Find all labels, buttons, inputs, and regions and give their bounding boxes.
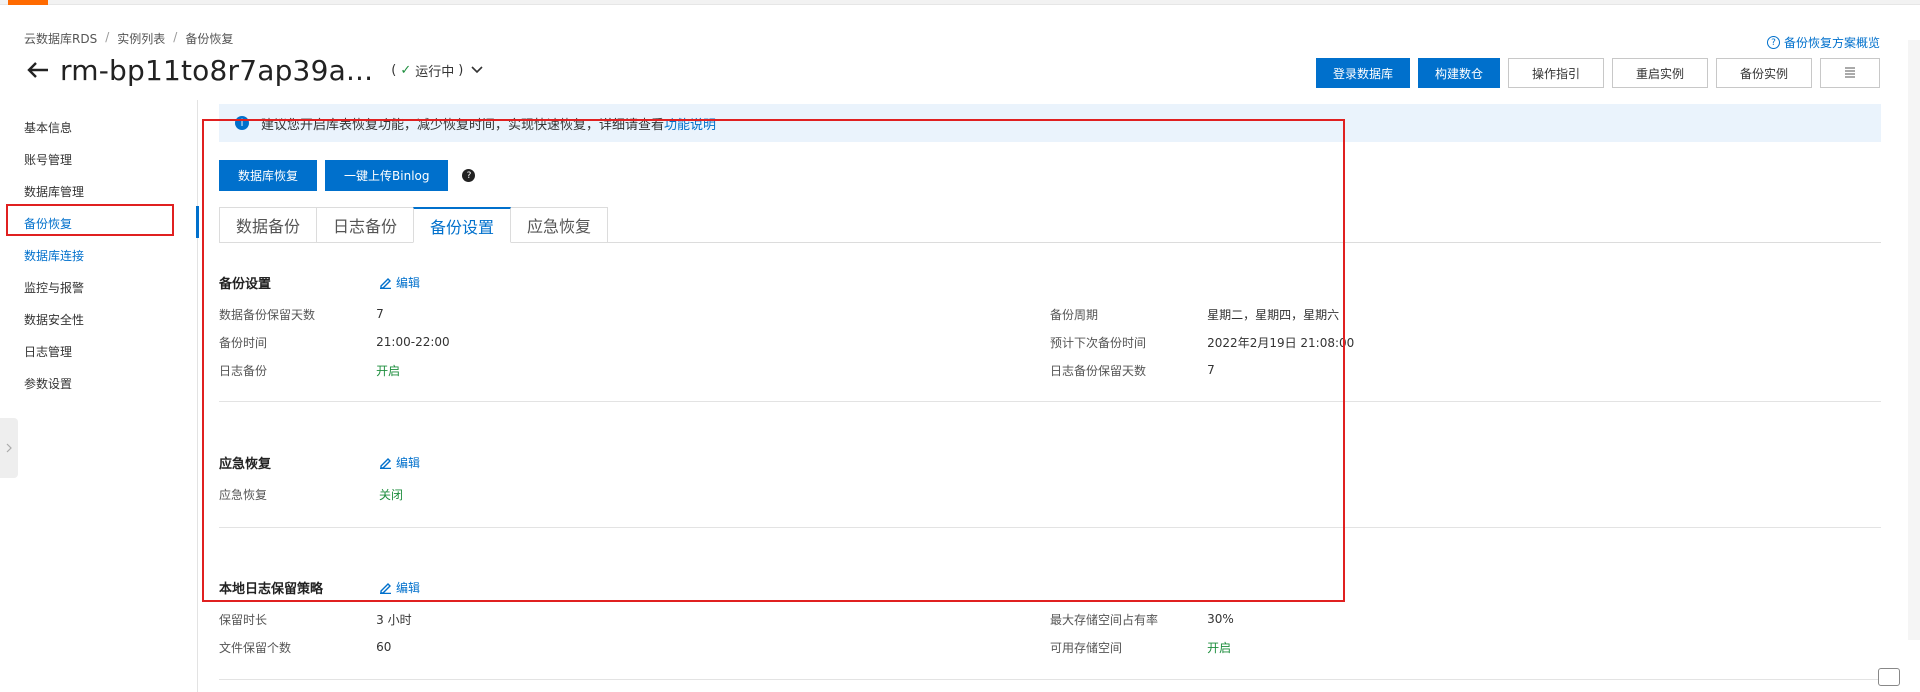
highlight-box-sidebar — [6, 204, 174, 236]
sidebar-active-indicator — [196, 206, 199, 238]
build-aggregate-button[interactable]: 构建数仓 — [1417, 58, 1500, 88]
sidebar-item-parameters[interactable]: 参数设置 — [0, 368, 198, 400]
breadcrumb-item-rds[interactable]: 云数据库RDS — [24, 30, 97, 47]
field-label: 可用存储空间 — [1050, 640, 1123, 655]
sidebar-item-basic-info[interactable]: 基本信息 — [0, 112, 198, 144]
chevron-right-icon — [6, 443, 12, 453]
field-value: 60 — [376, 640, 392, 654]
breadcrumb-item-instances[interactable]: 实例列表 — [117, 30, 165, 47]
login-database-button[interactable]: 登录数据库 — [1315, 58, 1410, 88]
status-value: 开启 — [1207, 640, 1232, 655]
breadcrumb-item-current: 备份恢复 — [185, 32, 234, 46]
breadcrumb-separator: / — [105, 30, 110, 44]
sidebar-item-accounts[interactable]: 账号管理 — [0, 144, 198, 176]
sidebar-item-security[interactable]: 数据安全性 — [0, 304, 198, 336]
backup-instance-button[interactable]: 备份实例 — [1716, 58, 1812, 88]
list-icon — [1845, 67, 1855, 78]
instance-name: rm-bp11to8r7ap39a... — [60, 53, 374, 87]
back-arrow-icon[interactable] — [24, 56, 52, 84]
breadcrumb-separator: / — [173, 30, 178, 44]
field-value: 30% — [1207, 612, 1234, 626]
check-icon: ✓ — [400, 62, 412, 78]
settings-row: 保留时长 3 小时 最大存储空间占有率 30% — [219, 605, 1881, 633]
sidebar-item-db-connection[interactable]: 数据库连接 — [0, 240, 198, 272]
brand-accent — [8, 0, 48, 5]
chat-icon[interactable] — [1878, 668, 1900, 686]
sidebar-item-logs[interactable]: 日志管理 — [0, 336, 198, 368]
highlight-box-content — [202, 119, 1345, 602]
status-paren-close: ) — [458, 62, 464, 78]
page-title-row: rm-bp11to8r7ap39a... ( ✓ 运行中 ) — [24, 52, 485, 88]
section-divider — [219, 679, 1881, 680]
more-menu-button[interactable] — [1820, 58, 1880, 88]
instance-status: ( ✓ 运行中 ) — [391, 61, 463, 80]
browser-top-strip — [0, 0, 1920, 5]
settings-row: 文件保留个数 60 可用存储空间 开启 — [219, 633, 1881, 661]
tab-backup-settings[interactable]: 备份设置 — [413, 207, 512, 243]
field-label: 文件保留个数 — [219, 640, 292, 655]
sidebar-item-monitoring[interactable]: 监控与报警 — [0, 272, 198, 304]
help-link-text: 备份恢复方案概览 — [1783, 36, 1880, 50]
sidebar-collapse-toggle[interactable] — [0, 418, 18, 478]
field-label: 保留时长 — [219, 612, 268, 627]
status-paren-open: ( — [391, 62, 397, 78]
field-value: 3 小时 — [376, 612, 412, 627]
sidebar-divider — [197, 100, 198, 692]
breadcrumb: 云数据库RDS / 实例列表 / 备份恢复 — [24, 30, 233, 47]
sidebar-nav: 基本信息 账号管理 数据库管理 备份恢复 数据库连接 监控与报警 数据安全性 日… — [0, 112, 198, 400]
page-scrollbar[interactable] — [1908, 40, 1920, 640]
help-link[interactable]: ? 备份恢复方案概览 — [1766, 34, 1880, 51]
status-text: 运行中 — [415, 64, 455, 80]
chevron-down-icon[interactable] — [471, 63, 485, 77]
restart-instance-button[interactable]: 重启实例 — [1612, 58, 1708, 88]
field-label: 最大存储空间占有率 — [1050, 612, 1159, 627]
action-toolbar: 登录数据库 构建数仓 操作指引 重启实例 备份实例 — [1315, 58, 1880, 88]
guide-button[interactable]: 操作指引 — [1508, 58, 1604, 88]
question-circle-icon: ? — [1766, 36, 1780, 49]
